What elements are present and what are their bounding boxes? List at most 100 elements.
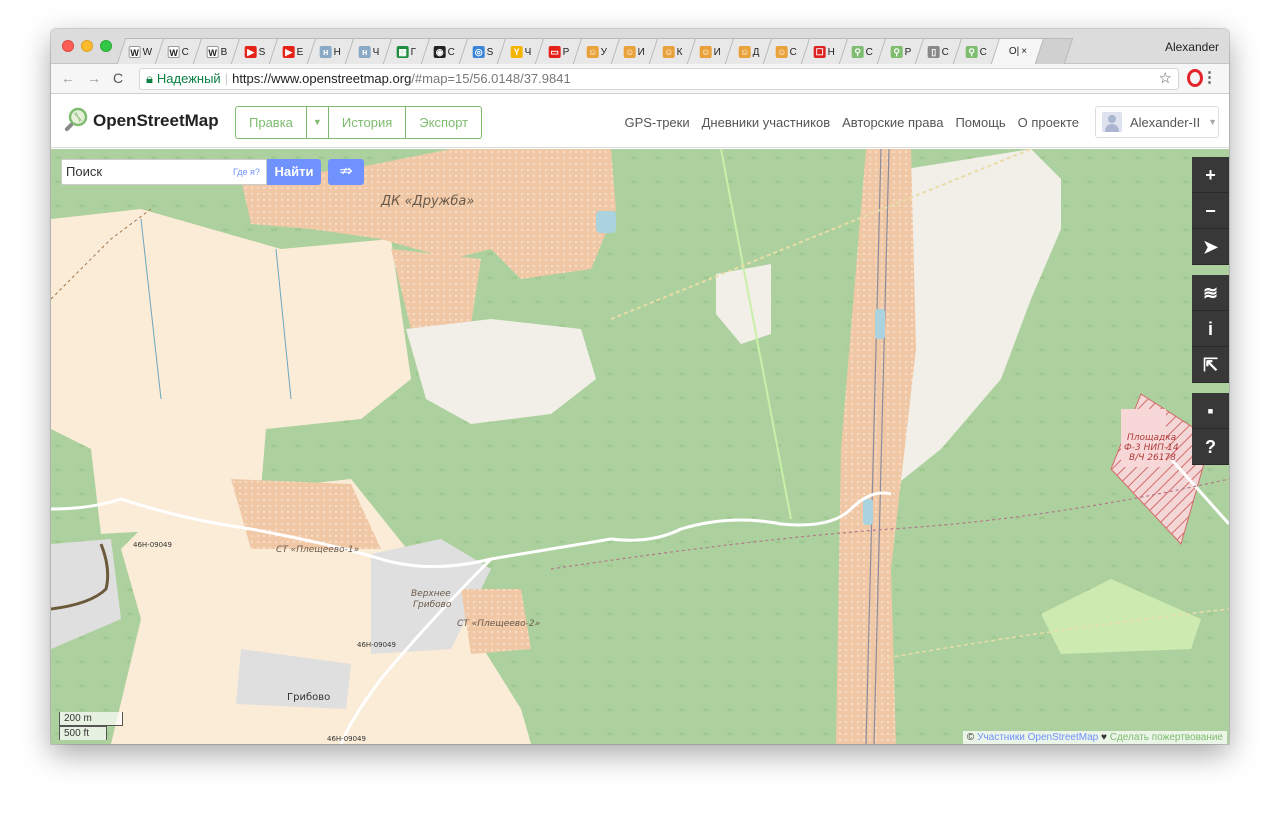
tab-label: С [790, 46, 798, 57]
edit-button-group: Правка ▼ История Экспорт [235, 106, 483, 139]
tab-label: У [600, 46, 608, 57]
user-menu[interactable]: Alexander-II ▼ [1095, 106, 1219, 138]
contributors-link[interactable]: Участники OpenStreetMap [977, 732, 1098, 743]
map-canvas[interactable]: ᵠᵠ [51, 149, 1229, 744]
browser-menu-icon[interactable]: ⋮ [1202, 68, 1217, 86]
directions-icon[interactable]: ⇏ [328, 159, 364, 185]
map-label-road: 46Н-09049 [327, 735, 366, 743]
platform [863, 499, 873, 525]
back-button[interactable]: ← [61, 70, 75, 86]
chevron-down-icon: ▼ [1208, 117, 1218, 127]
edit-button[interactable]: Правка [236, 107, 307, 138]
tab-favicon-icon: ☺ [700, 45, 713, 58]
tab-label: S [486, 46, 494, 57]
scale-metric: 200 m [59, 712, 123, 726]
tab-label: С [980, 46, 988, 57]
user-name: Alexander-II [1130, 114, 1201, 130]
nav-link-diaries[interactable]: Дневники участников [702, 115, 831, 130]
tab-strip: W W W С W В ▶ S ▶ Ен Нн Ч ▦ Г ◉ С ◎ S Y Ч ▭ Р ☺ У ☺ И ☺ К ☺ И ☺ Д ☺ С ☐ Н ⚲ С… [51, 29, 1229, 64]
layers-icon[interactable]: ≋ [1192, 275, 1229, 311]
scale-bar: 200 m 500 ft [59, 712, 123, 740]
map-label-village-line1: Верхнее [411, 589, 451, 599]
zoom-in-icon[interactable]: + [1192, 157, 1229, 193]
tab-label: С [866, 46, 874, 57]
where-am-i-link[interactable]: Где я? [233, 167, 260, 177]
tab-label: К [676, 46, 683, 57]
profile-name[interactable]: Alexander [1165, 40, 1219, 54]
map-controls: + − ➤ ≋ i ⇱ ▪ ? [1192, 157, 1229, 465]
search-button[interactable]: Найти [267, 159, 321, 185]
tab-favicon-icon: W [129, 45, 142, 58]
nav-link-about[interactable]: О проекте [1018, 115, 1079, 130]
nav-link-help[interactable]: Помощь [955, 115, 1005, 130]
tab-label: О| [1008, 46, 1020, 57]
minimize-window-button[interactable] [81, 40, 93, 52]
map-label-st1: СТ «Плещеево-1» [276, 545, 360, 555]
donate-link[interactable]: Сделать пожертвование [1110, 732, 1223, 743]
tab-label: С [942, 46, 950, 57]
osm-logo-text[interactable]: OpenStreetMap [93, 111, 219, 131]
tab-favicon-icon: ▶ [282, 45, 295, 58]
export-button[interactable]: Экспорт [406, 107, 481, 138]
tab-label: Р [562, 46, 570, 57]
attribution: © Участники OpenStreetMap ♥ Сделать поже… [962, 731, 1227, 744]
tab-label: S [258, 46, 266, 57]
osm-header: OpenStreetMap Правка ▼ История Экспорт G… [51, 95, 1229, 148]
tab-label: Ч [524, 46, 532, 57]
secure-label: Надежный [156, 71, 221, 86]
tab-favicon-icon: Y [510, 45, 523, 58]
address-bar[interactable]: 🔒︎ Надежный | https://www.openstreetmap.… [139, 68, 1179, 90]
osm-logo-icon[interactable] [63, 107, 89, 133]
query-icon[interactable]: ? [1192, 429, 1229, 465]
tab-label: Д [752, 46, 760, 57]
tab-favicon-icon: ☺ [738, 45, 751, 58]
map-key-icon[interactable]: i [1192, 311, 1229, 347]
url-host: https://www.openstreetmap.org [232, 71, 412, 86]
share-icon[interactable]: ⇱ [1192, 347, 1229, 383]
platform [875, 309, 885, 339]
forward-button[interactable]: → [87, 70, 101, 86]
maximize-window-button[interactable] [100, 40, 112, 52]
tab-label: С [182, 46, 190, 57]
nav-link-copyright[interactable]: Авторские права [842, 115, 943, 130]
pond [596, 211, 616, 233]
close-tab-icon[interactable]: × [1021, 46, 1027, 57]
tab-favicon-icon: н [358, 45, 371, 58]
map-label-village-line2: Грибово [413, 600, 452, 610]
note-icon[interactable]: ▪ [1192, 393, 1229, 429]
tab-favicon-icon: ◎ [472, 45, 485, 58]
tab-favicon-icon: ▦ [397, 45, 410, 58]
nav-link-gps-traces[interactable]: GPS-треки [624, 115, 689, 130]
bookmark-star-icon[interactable]: ☆ [1159, 69, 1172, 89]
scale-imperial: 500 ft [59, 726, 107, 740]
map-label-site-line3: В/Ч 26178 [1129, 453, 1176, 463]
history-button[interactable]: История [329, 107, 407, 138]
map-tiles[interactable]: ᵠᵠ [51, 149, 1229, 744]
tab-label: С [448, 46, 456, 57]
tab-favicon-icon: ☺ [776, 45, 789, 58]
tab-favicon-icon: н [320, 45, 333, 58]
tab-favicon-icon: ☺ [586, 45, 599, 58]
lock-icon: 🔒︎ [146, 71, 153, 86]
copyright-symbol: © [966, 732, 975, 743]
tab-label: Н [334, 46, 342, 57]
tab-favicon-icon: ⚲ [852, 45, 865, 58]
tab-label: Г [411, 46, 417, 57]
reload-button[interactable]: C [113, 70, 123, 86]
zoom-out-icon[interactable]: − [1192, 193, 1229, 229]
locate-icon[interactable]: ➤ [1192, 229, 1229, 265]
browser-window: W W W С W В ▶ S ▶ Ен Нн Ч ▦ Г ◉ С ◎ S Y Ч ▭ Р ☺ У ☺ И ☺ К ☺ И ☺ Д ☺ С ☐ Н ⚲ С… [51, 29, 1229, 744]
avatar [1102, 112, 1122, 132]
tab-favicon-icon: ▯ [928, 45, 941, 58]
tab-favicon-icon: ▶ [244, 45, 257, 58]
close-window-button[interactable] [62, 40, 74, 52]
tab-label: И [714, 46, 722, 57]
tab-label: Р [904, 46, 912, 57]
opera-extension-icon[interactable] [1187, 69, 1203, 87]
edit-dropdown-chevron-icon[interactable]: ▼ [307, 107, 329, 138]
tab-label: Ч [372, 46, 380, 57]
tab-favicon-icon: ▭ [548, 45, 561, 58]
tab-label: W [143, 46, 153, 57]
search-form: Поиск Где я? Найти ⇏ [61, 159, 365, 187]
tab-favicon-icon: ☐ [814, 45, 827, 58]
